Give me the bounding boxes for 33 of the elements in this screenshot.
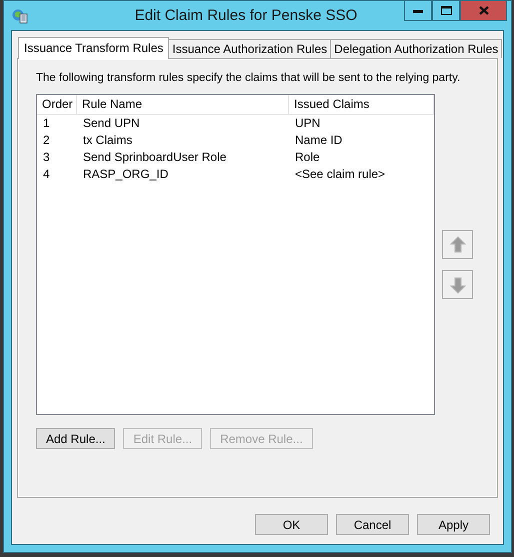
- table-cell-text: <See claim rule>: [294, 166, 386, 183]
- table-cell-text: RASP_ORG_ID: [82, 166, 170, 183]
- table-cell-text: Role: [294, 149, 321, 166]
- description-text: The following transform rules specify the claims that will be sent to the relying party.: [36, 72, 462, 84]
- column-header[interactable]: Issued Claims: [289, 95, 434, 114]
- tab[interactable]: Issuance Transform Rules: [18, 37, 170, 59]
- table-cell-text: 3: [42, 149, 51, 166]
- column-header[interactable]: Rule Name: [77, 95, 289, 114]
- up-arrow-icon: [450, 236, 466, 254]
- table-cell-text: tx Claims: [82, 132, 134, 149]
- dialog-button[interactable]: Cancel: [336, 514, 409, 535]
- rules-list[interactable]: Order Rule Name Issued Claims 1 Send UPN UPN 2 tx Claims Name ID 3 Send SprinboardUser Role Role 4 RASP_ORG_ID <See claim rule>: [36, 94, 435, 415]
- window-title: Edit Claim Rules for Penske SSO: [134, 7, 358, 24]
- rule-button[interactable]: Add Rule...: [36, 428, 116, 449]
- maximize-icon: [440, 6, 452, 15]
- close-button[interactable]: [460, 1, 507, 21]
- table-cell-text: Send UPN: [82, 115, 141, 132]
- table-cell-text: 4: [42, 166, 51, 183]
- minimize-icon: [413, 8, 423, 12]
- down-arrow-icon: [450, 276, 466, 294]
- maximize-button[interactable]: [432, 1, 460, 21]
- close-icon: [478, 6, 488, 15]
- dialog-button[interactable]: Apply: [417, 514, 490, 535]
- table-cell-text: 2: [42, 132, 51, 149]
- table-cell-text: 1: [42, 115, 51, 132]
- tab[interactable]: Delegation Authorization Rules: [330, 39, 502, 58]
- app-icon: [12, 8, 28, 24]
- table-cell-text: Name ID: [294, 132, 344, 149]
- table-cell-text: Send SprinboardUser Role: [82, 149, 228, 166]
- table-cell-text: UPN: [294, 115, 322, 132]
- column-header[interactable]: Order: [37, 95, 77, 114]
- minimize-button[interactable]: [404, 1, 432, 21]
- dialog-button[interactable]: OK: [255, 514, 328, 535]
